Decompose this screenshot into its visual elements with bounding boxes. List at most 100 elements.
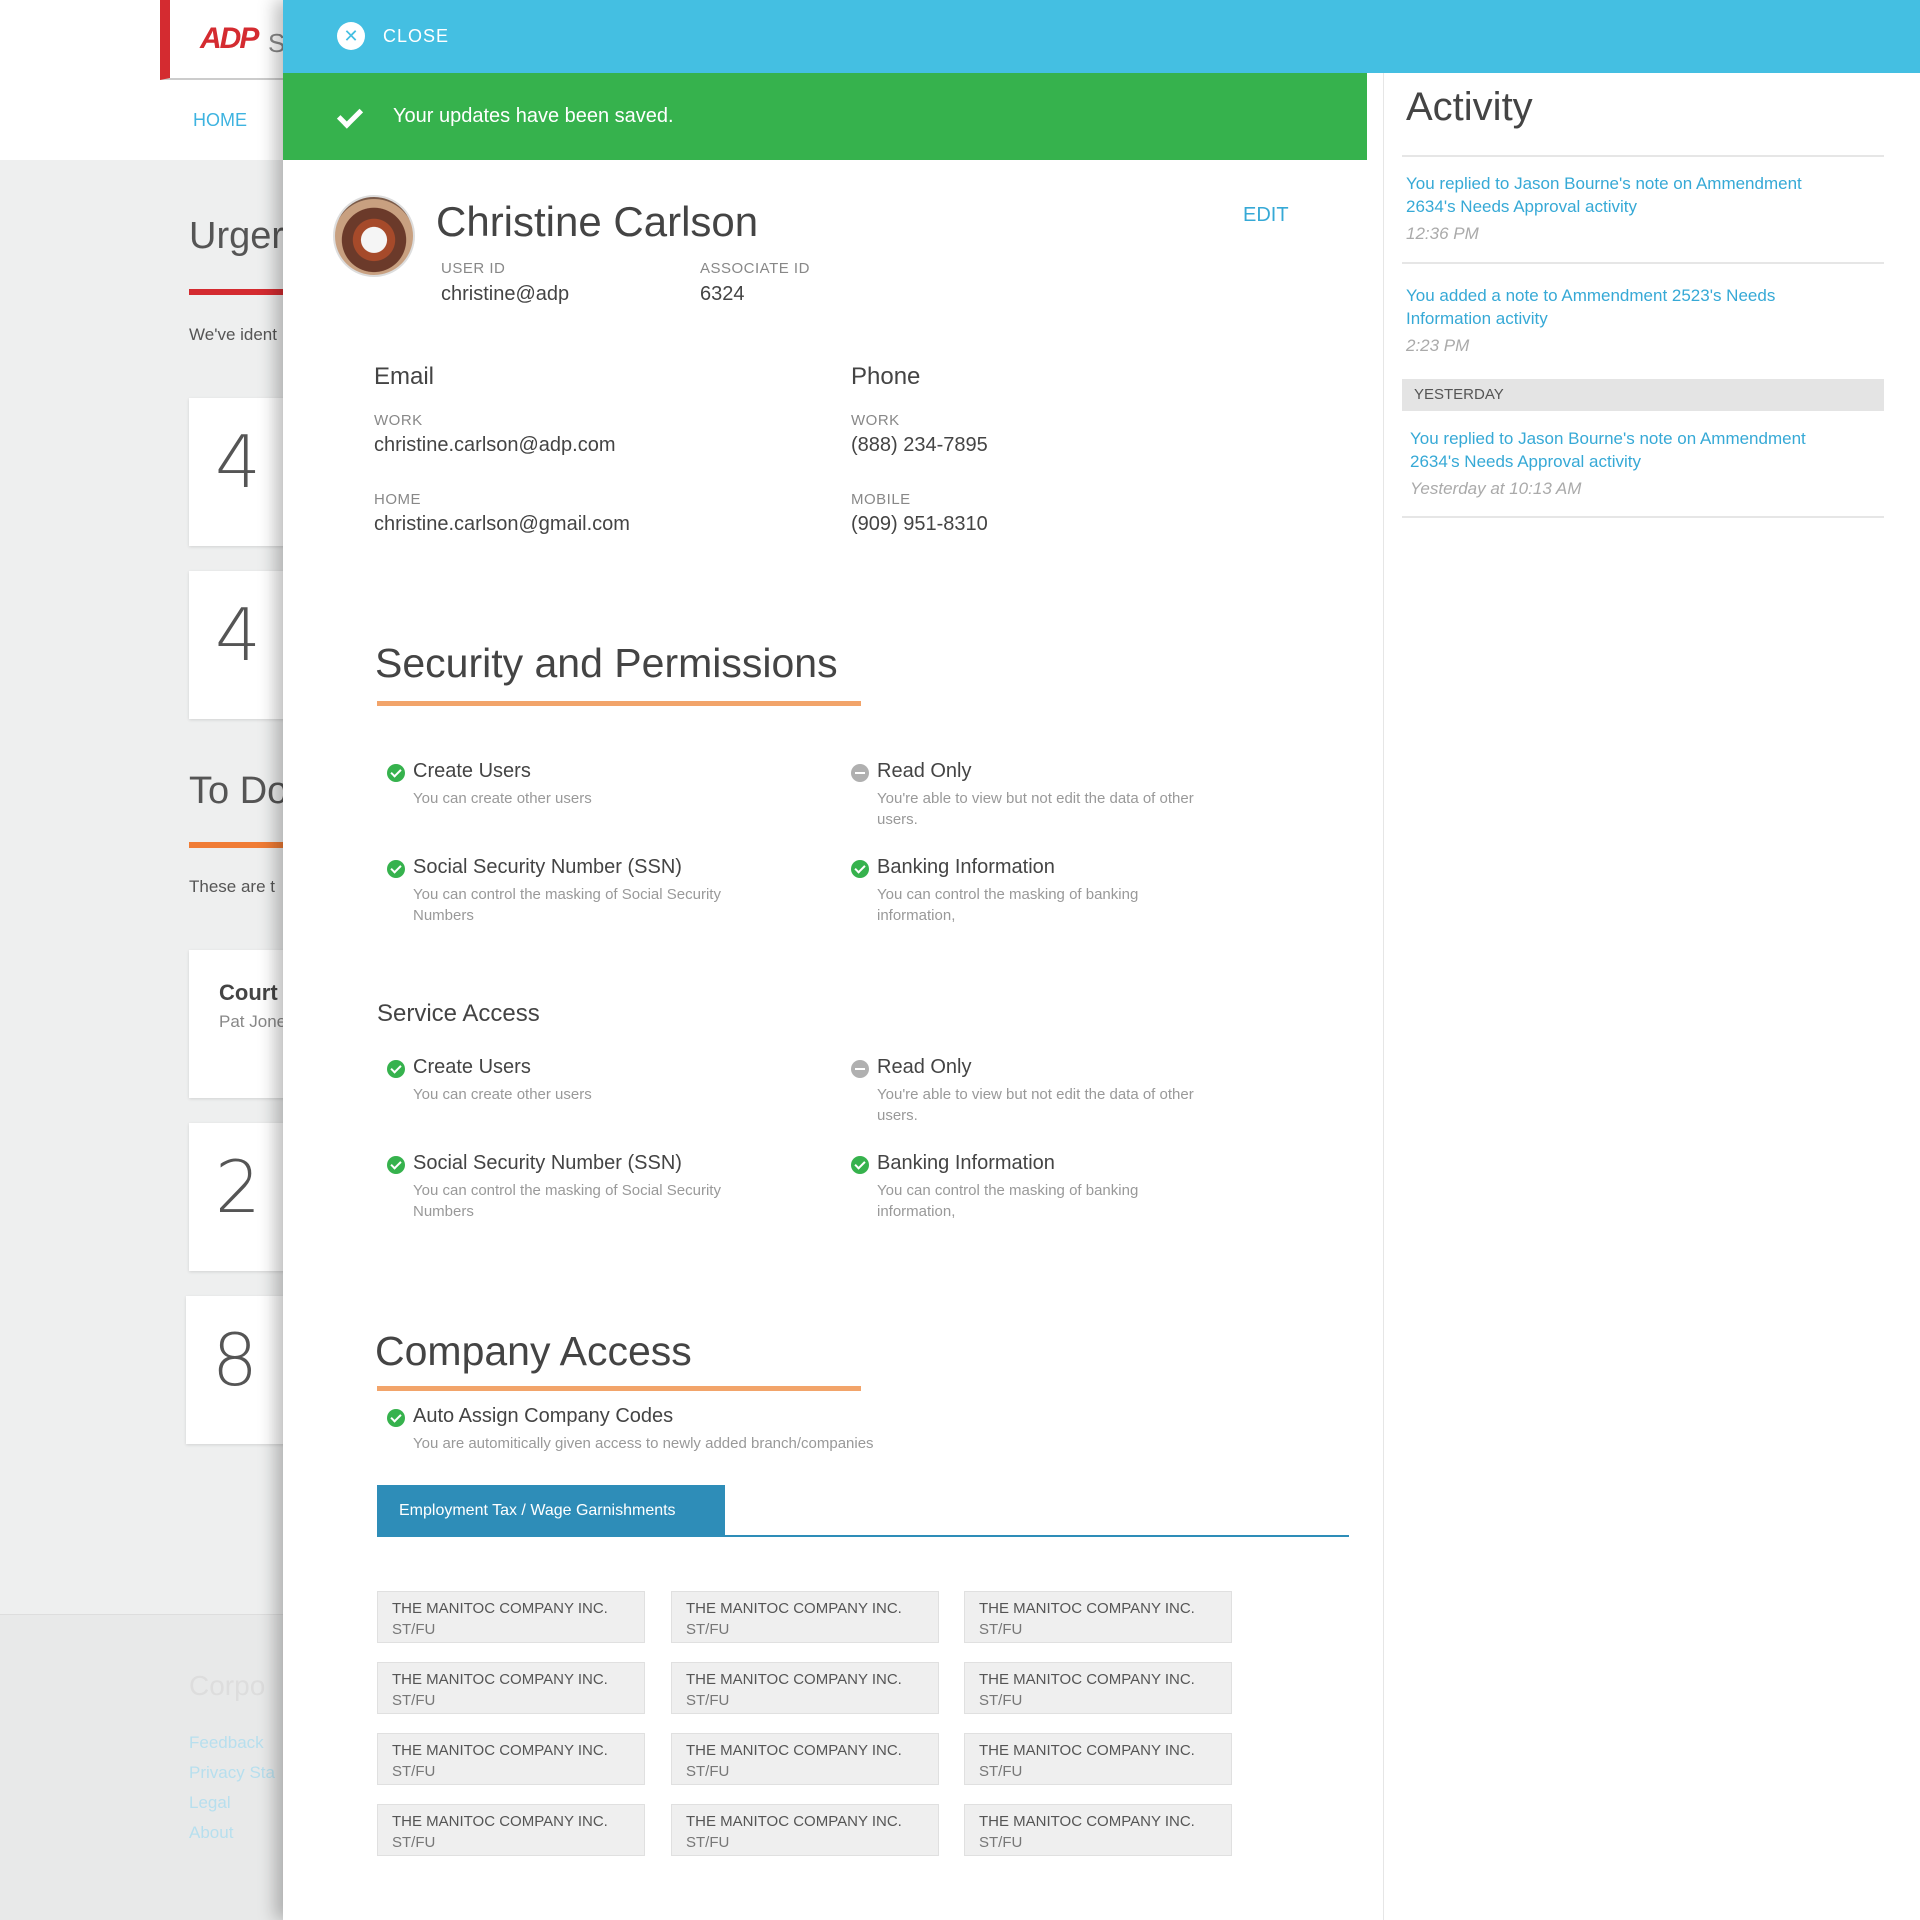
- permission-desc: You can control the masking of banking i…: [877, 1182, 1139, 1220]
- company-name: THE MANITOC COMPANY INC.: [979, 1671, 1195, 1688]
- minus-circle-icon: [851, 1060, 869, 1078]
- activity-item-link[interactable]: You replied to Jason Bourne's note on Am…: [1406, 172, 1846, 218]
- company-name: THE MANITOC COMPANY INC.: [686, 1600, 902, 1617]
- service-section-title: Service Access: [377, 1000, 540, 1027]
- close-button[interactable]: ✕ CLOSE: [337, 20, 449, 52]
- background-count-value: 4: [215, 593, 261, 677]
- checkmark-icon: [337, 104, 363, 130]
- company-name: THE MANITOC COMPANY INC.: [392, 1600, 608, 1617]
- background-footer-title: Corpo: [189, 1670, 266, 1701]
- company-code-card[interactable]: THE MANITOC COMPANY INC. ST/FU: [964, 1804, 1232, 1856]
- footer-link-legal[interactable]: Legal: [189, 1793, 231, 1813]
- activity-group-yesterday: YESTERDAY: [1402, 379, 1884, 411]
- company-code-card[interactable]: THE MANITOC COMPANY INC. ST/FU: [671, 1804, 939, 1856]
- permission-desc: You can control the masking of Social Se…: [413, 1182, 721, 1220]
- activity-item-link[interactable]: You replied to Jason Bourne's note on Am…: [1410, 427, 1850, 473]
- background-task-title: Court: [219, 980, 278, 1005]
- company-name: THE MANITOC COMPANY INC.: [686, 1813, 902, 1830]
- check-circle-icon: [387, 1060, 405, 1078]
- edit-button[interactable]: EDIT: [1243, 204, 1289, 227]
- permission-title: Create Users: [413, 760, 531, 782]
- company-code-card[interactable]: THE MANITOC COMPANY INC. ST/FU: [377, 1804, 645, 1856]
- company-name: THE MANITOC COMPANY INC.: [979, 1600, 1195, 1617]
- background-urgent-title: Urger: [189, 215, 285, 257]
- permission-title: Banking Information: [877, 1152, 1055, 1174]
- company-code-card[interactable]: THE MANITOC COMPANY INC. ST/FU: [964, 1591, 1232, 1643]
- permission-desc: You can control the masking of banking i…: [877, 886, 1139, 924]
- company-code-card[interactable]: THE MANITOC COMPANY INC. ST/FU: [377, 1662, 645, 1714]
- company-name: THE MANITOC COMPANY INC.: [686, 1742, 902, 1759]
- associate-id-value: 6324: [700, 283, 745, 305]
- security-section-title: Security and Permissions: [375, 640, 838, 686]
- overlay-top-bar: ✕ CLOSE: [283, 0, 1920, 73]
- email-section-title: Email: [374, 363, 435, 390]
- user-name: Christine Carlson: [436, 198, 759, 245]
- company-name: THE MANITOC COMPANY INC.: [979, 1813, 1195, 1830]
- email-work-value: christine.carlson@adp.com: [374, 434, 616, 456]
- associate-id-label: ASSOCIATE ID: [700, 260, 810, 277]
- background-urgent-text: We've ident: [189, 325, 277, 344]
- permission-desc: You can create other users: [413, 790, 592, 807]
- user-id-value: christine@adp: [441, 283, 570, 305]
- company-name: THE MANITOC COMPANY INC.: [979, 1742, 1195, 1759]
- footer-link-about[interactable]: About: [189, 1823, 233, 1843]
- footer-link-feedback[interactable]: Feedback: [189, 1733, 264, 1753]
- company-name: THE MANITOC COMPANY INC.: [392, 1742, 608, 1759]
- company-code: ST/FU: [979, 1834, 1023, 1851]
- company-code-card[interactable]: THE MANITOC COMPANY INC. ST/FU: [671, 1662, 939, 1714]
- auto-assign-title: Auto Assign Company Codes: [413, 1405, 674, 1427]
- close-label: CLOSE: [383, 25, 450, 46]
- company-code-card[interactable]: THE MANITOC COMPANY INC. ST/FU: [964, 1662, 1232, 1714]
- check-circle-icon: [387, 860, 405, 878]
- tab-underline: [377, 1535, 1349, 1537]
- activity-item-link[interactable]: You added a note to Ammendment 2523's Ne…: [1406, 284, 1846, 330]
- company-code: ST/FU: [686, 1692, 730, 1709]
- tab-employment-tax[interactable]: Employment Tax / Wage Garnishments: [377, 1485, 725, 1537]
- check-circle-icon: [851, 1156, 869, 1174]
- permission-desc: You can control the masking of Social Se…: [413, 886, 721, 924]
- phone-mobile-value: (909) 951-8310: [851, 513, 988, 535]
- company-code: ST/FU: [686, 1834, 730, 1851]
- background-task-sub: Pat Jone: [219, 1012, 287, 1031]
- permission-title: Social Security Number (SSN): [413, 856, 682, 878]
- background-todo-title: To Do: [189, 770, 289, 812]
- check-circle-icon: [387, 1156, 405, 1174]
- phone-work-label: WORK: [851, 412, 900, 429]
- company-code: ST/FU: [979, 1763, 1023, 1780]
- permission-title: Read Only: [877, 1056, 972, 1078]
- activity-item-time: 2:23 PM: [1406, 336, 1470, 355]
- company-code-card[interactable]: THE MANITOC COMPANY INC. ST/FU: [377, 1591, 645, 1643]
- company-name: THE MANITOC COMPANY INC.: [392, 1813, 608, 1830]
- email-work-label: WORK: [374, 412, 423, 429]
- activity-panel: Activity You replied to Jason Bourne's n…: [1383, 73, 1920, 1920]
- permission-title: Create Users: [413, 1056, 531, 1078]
- permission-desc: You're able to view but not edit the dat…: [877, 790, 1194, 828]
- activity-divider: [1402, 155, 1884, 157]
- background-todo-text: These are t: [189, 877, 275, 896]
- company-code: ST/FU: [686, 1763, 730, 1780]
- user-id-label: USER ID: [441, 260, 506, 277]
- check-circle-icon: [851, 860, 869, 878]
- company-code-card[interactable]: THE MANITOC COMPANY INC. ST/FU: [671, 1591, 939, 1643]
- company-section-title: Company Access: [375, 1328, 692, 1374]
- activity-divider: [1402, 262, 1884, 264]
- footer-link-privacy[interactable]: Privacy Sta: [189, 1763, 275, 1783]
- adp-logo: ADP: [200, 22, 259, 55]
- avatar: [333, 195, 415, 277]
- permission-title: Banking Information: [877, 856, 1055, 878]
- user-detail-overlay: ✕ CLOSE Your updates have been saved. Ch…: [283, 0, 1920, 1920]
- company-code: ST/FU: [392, 1692, 436, 1709]
- company-code: ST/FU: [686, 1621, 730, 1638]
- company-code-card[interactable]: THE MANITOC COMPANY INC. ST/FU: [964, 1733, 1232, 1785]
- permission-title: Social Security Number (SSN): [413, 1152, 682, 1174]
- company-code-card[interactable]: THE MANITOC COMPANY INC. ST/FU: [671, 1733, 939, 1785]
- background-nav-home[interactable]: HOME: [193, 110, 247, 131]
- background-count-value: 8: [212, 1318, 258, 1402]
- check-circle-icon: [387, 764, 405, 782]
- email-home-value: christine.carlson@gmail.com: [374, 513, 630, 535]
- company-code: ST/FU: [392, 1621, 436, 1638]
- permission-desc: You're able to view but not edit the dat…: [877, 1086, 1194, 1124]
- company-name: THE MANITOC COMPANY INC.: [392, 1671, 608, 1688]
- company-code-card[interactable]: THE MANITOC COMPANY INC. ST/FU: [377, 1733, 645, 1785]
- minus-circle-icon: [851, 764, 869, 782]
